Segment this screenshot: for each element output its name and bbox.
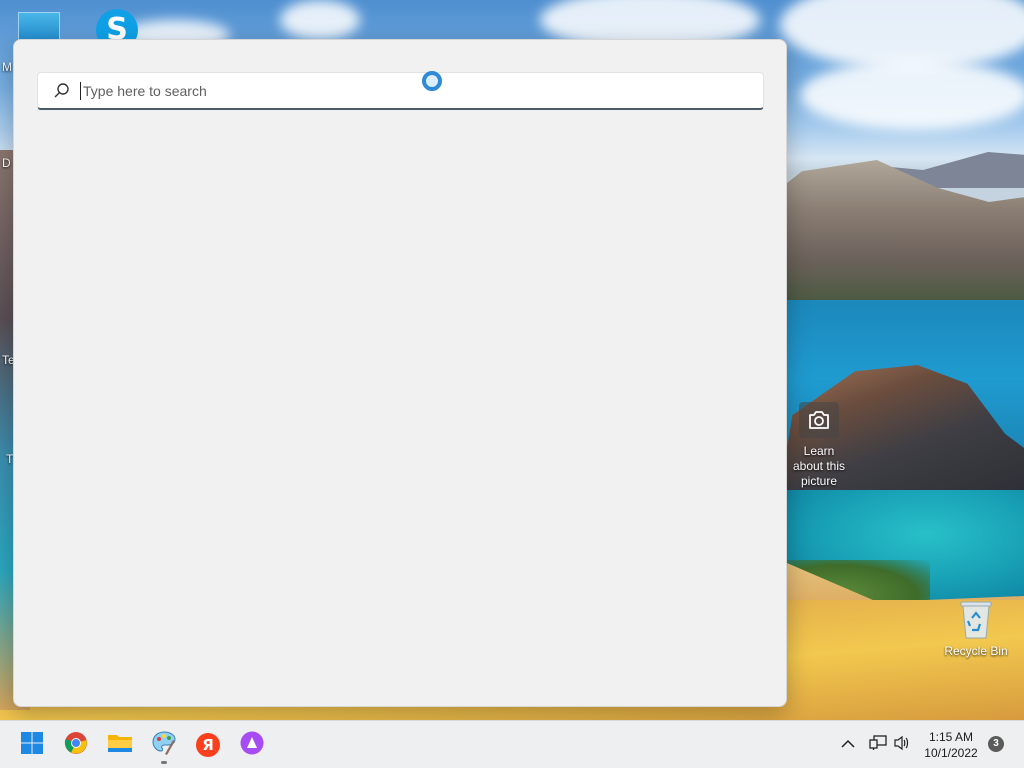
recycle-bin-shortcut[interactable]: Recycle Bin <box>940 598 1012 658</box>
desktop-icon-label-partial: D <box>2 156 11 170</box>
taskbar: Я 1:15 AM 10/1/2022 <box>0 720 1024 768</box>
running-indicator <box>161 761 167 764</box>
taskbar-alice-button[interactable] <box>236 729 268 761</box>
clock[interactable]: 1:15 AM 10/1/2022 <box>918 729 984 761</box>
learn-about-picture-label: Learn about this picture <box>792 444 846 488</box>
windows-logo-icon <box>20 731 44 760</box>
yandex-icon: Я <box>196 733 220 757</box>
taskbar-file-explorer-button[interactable] <box>104 729 136 761</box>
notification-count-badge[interactable]: 3 <box>988 736 1004 752</box>
recycle-bin-label: Recycle Bin <box>944 644 1008 658</box>
volume-button[interactable] <box>888 729 916 761</box>
search-input[interactable] <box>80 81 763 100</box>
camera-icon <box>799 402 839 438</box>
taskbar-yandex-button[interactable]: Я <box>192 729 224 761</box>
learn-about-picture-shortcut[interactable]: Learn about this picture <box>788 402 850 489</box>
volume-icon <box>893 735 911 756</box>
search-panel <box>13 39 787 707</box>
clock-time: 1:15 AM <box>928 730 974 744</box>
search-box[interactable] <box>37 72 764 110</box>
recycle-bin-icon <box>958 598 994 640</box>
loading-spinner-icon <box>422 71 442 91</box>
taskbar-paint-button[interactable] <box>148 729 180 764</box>
desktop-icon-label-partial: M <box>2 60 12 74</box>
taskbar-chrome-button[interactable] <box>60 729 92 761</box>
search-icon <box>52 81 72 101</box>
network-icon <box>869 734 887 756</box>
chevron-up-icon <box>841 736 855 754</box>
clock-date: 10/1/2022 <box>924 746 978 760</box>
chrome-icon <box>64 731 88 760</box>
paint-palette-icon <box>151 730 177 761</box>
show-hidden-icons-button[interactable] <box>834 729 862 761</box>
start-button[interactable] <box>16 729 48 761</box>
folder-icon <box>107 732 133 759</box>
alice-assistant-icon <box>240 731 264 760</box>
